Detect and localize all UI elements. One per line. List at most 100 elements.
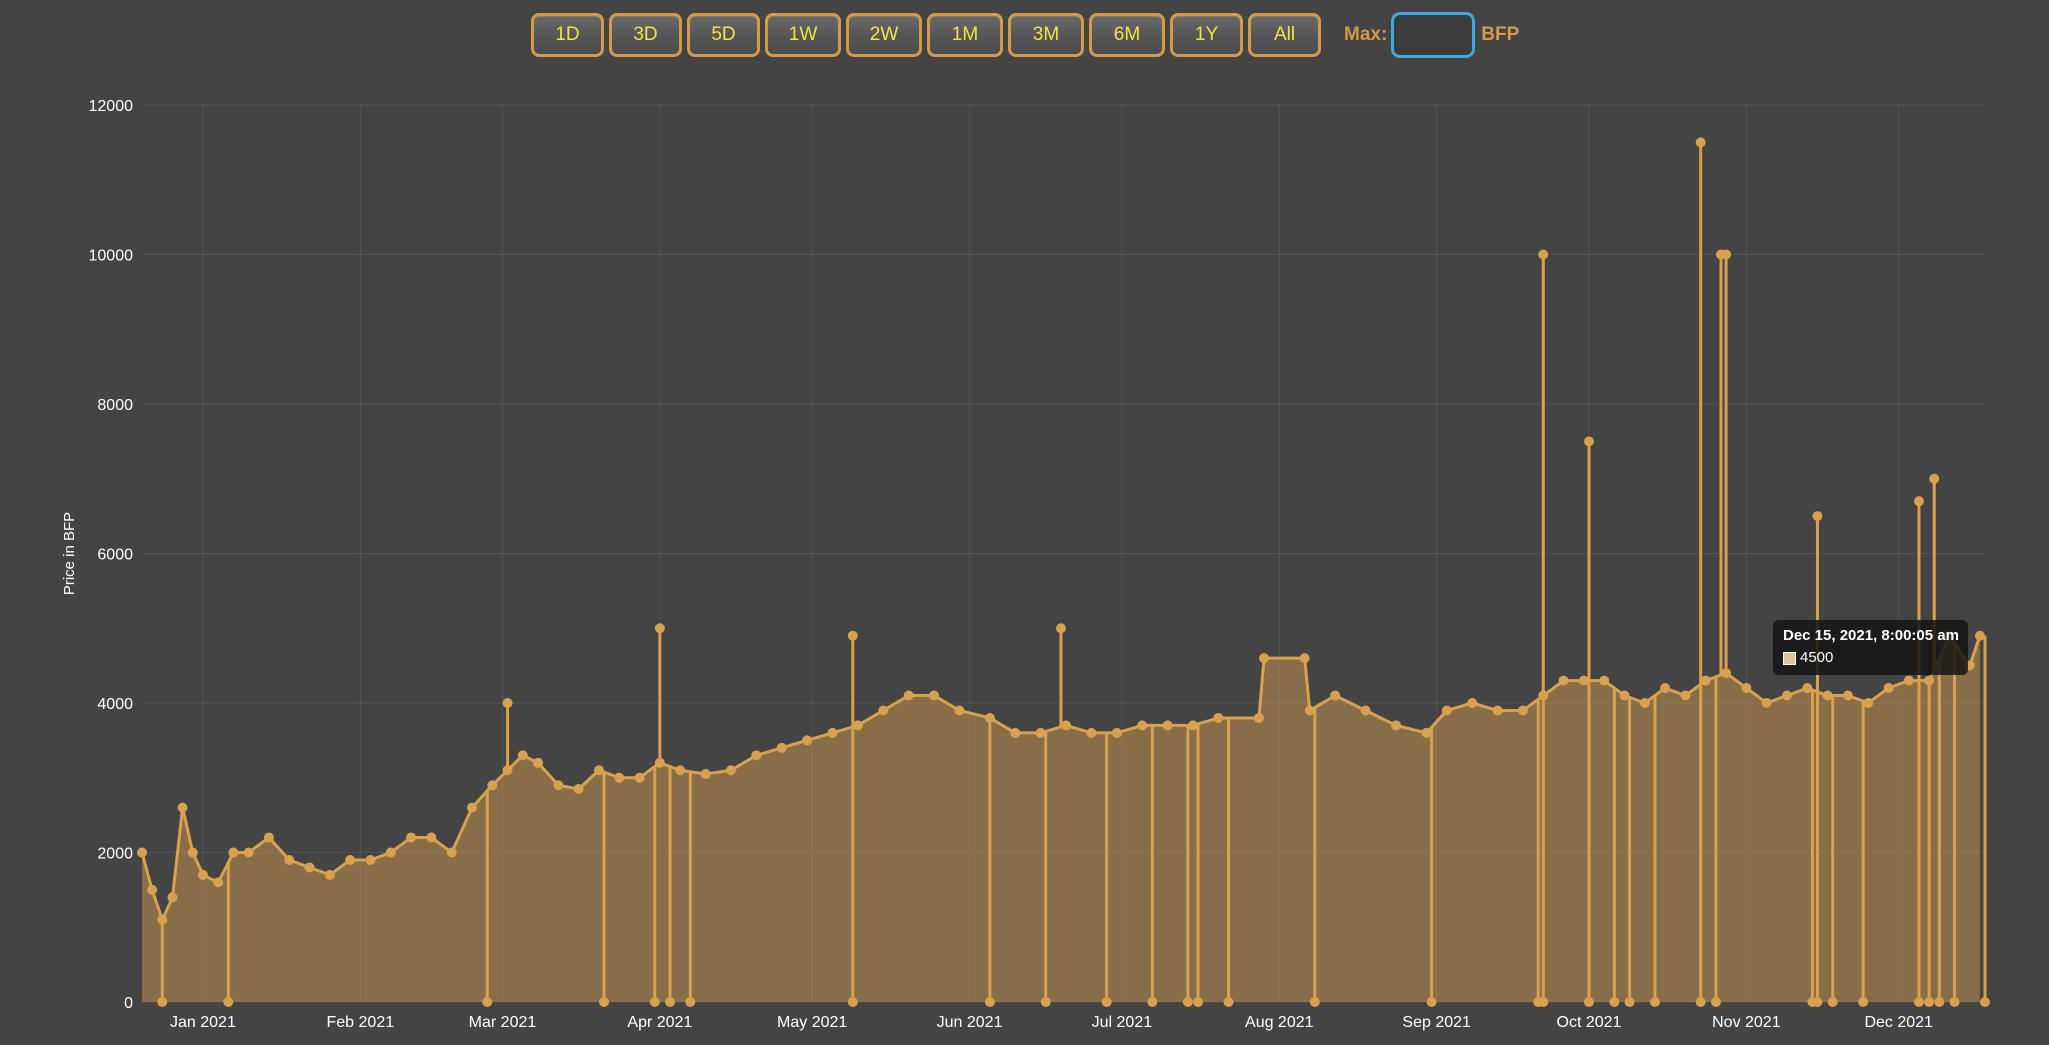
data-point	[1055, 623, 1066, 634]
data-point	[482, 997, 493, 1007]
data-point	[1182, 997, 1193, 1007]
y-tick-label: 12000	[89, 98, 134, 115]
data-point	[1980, 997, 1990, 1007]
data-point	[487, 780, 498, 791]
data-point	[1426, 997, 1437, 1007]
data-point	[1741, 683, 1752, 694]
data-point	[365, 854, 376, 865]
data-point	[197, 869, 208, 880]
data-point	[284, 854, 295, 865]
data-point	[1253, 712, 1264, 723]
data-point	[1111, 727, 1122, 738]
data-point	[1223, 997, 1234, 1007]
data-point	[1924, 997, 1935, 1007]
y-tick-label: 8000	[97, 397, 133, 414]
y-tick-label: 6000	[97, 547, 133, 564]
data-point	[1842, 690, 1853, 701]
data-point	[1695, 137, 1706, 148]
data-point	[1391, 720, 1402, 731]
data-point	[1162, 720, 1173, 731]
x-tick-label: Jun 2021	[937, 1014, 1003, 1031]
data-point	[147, 884, 158, 895]
data-point	[685, 997, 696, 1007]
data-point	[157, 914, 168, 925]
y-tick-label: 4000	[97, 696, 133, 713]
y-tick-label: 10000	[89, 248, 134, 265]
tooltip-color-swatch	[1783, 652, 1796, 665]
data-point	[502, 765, 513, 776]
data-point	[228, 847, 239, 858]
data-point	[1761, 698, 1772, 708]
tooltip-title: Dec 15, 2021, 8:00:05 am	[1783, 627, 1959, 644]
data-point	[187, 847, 198, 858]
data-point	[599, 997, 610, 1007]
data-point	[324, 869, 335, 880]
data-point	[954, 705, 965, 716]
data-point	[1035, 727, 1046, 738]
data-point	[776, 742, 787, 753]
data-point	[827, 727, 838, 738]
data-point	[426, 832, 437, 843]
data-point	[725, 765, 736, 776]
data-point	[1812, 997, 1823, 1007]
data-point	[1639, 698, 1650, 708]
data-point	[1649, 997, 1660, 1007]
data-point	[665, 997, 676, 1007]
data-point	[1660, 683, 1671, 694]
data-point	[1721, 668, 1732, 679]
data-point	[1721, 249, 1732, 260]
data-point	[852, 720, 863, 731]
data-point	[654, 623, 665, 634]
data-point	[1187, 720, 1198, 731]
x-tick-label: Sep 2021	[1402, 1014, 1471, 1031]
data-point	[177, 802, 188, 813]
data-point	[1974, 630, 1985, 641]
data-point	[1883, 683, 1894, 694]
data-point	[1467, 698, 1478, 708]
data-point	[847, 630, 858, 641]
x-tick-label: Jan 2021	[170, 1014, 236, 1031]
data-point	[157, 997, 168, 1007]
data-point	[1421, 727, 1432, 738]
data-point	[593, 765, 604, 776]
data-point	[1492, 705, 1503, 716]
data-point	[1538, 249, 1549, 260]
data-point	[1599, 675, 1610, 686]
data-point	[1903, 675, 1914, 686]
data-point	[1934, 997, 1945, 1007]
data-point	[1624, 997, 1635, 1007]
data-point	[1949, 997, 1960, 1007]
tooltip-value: 4500	[1800, 649, 1834, 666]
data-point	[700, 769, 711, 780]
data-point	[1924, 675, 1935, 686]
data-point	[614, 772, 625, 783]
data-point	[406, 832, 417, 843]
data-point	[1858, 997, 1869, 1007]
data-point	[649, 997, 660, 1007]
data-point	[1827, 997, 1838, 1007]
data-point	[304, 862, 315, 873]
data-point	[1259, 653, 1270, 664]
data-point	[1309, 997, 1320, 1007]
data-point	[1538, 690, 1549, 701]
x-tick-label: Dec 2021	[1864, 1014, 1933, 1031]
data-point	[345, 854, 356, 865]
data-point	[878, 705, 889, 716]
data-point	[1441, 705, 1452, 716]
x-tick-label: Jul 2021	[1092, 1014, 1153, 1031]
data-point	[517, 750, 528, 761]
data-point	[1680, 690, 1691, 701]
data-point	[533, 757, 544, 768]
data-point	[1913, 997, 1924, 1007]
data-point	[1193, 997, 1204, 1007]
data-point	[1609, 997, 1620, 1007]
data-point	[243, 847, 254, 858]
data-point	[1802, 683, 1813, 694]
data-point	[213, 877, 224, 888]
data-point	[263, 832, 274, 843]
data-point	[903, 690, 914, 701]
data-point	[1913, 496, 1924, 507]
data-point	[385, 847, 396, 858]
data-point	[502, 698, 513, 708]
data-point	[1101, 997, 1112, 1007]
